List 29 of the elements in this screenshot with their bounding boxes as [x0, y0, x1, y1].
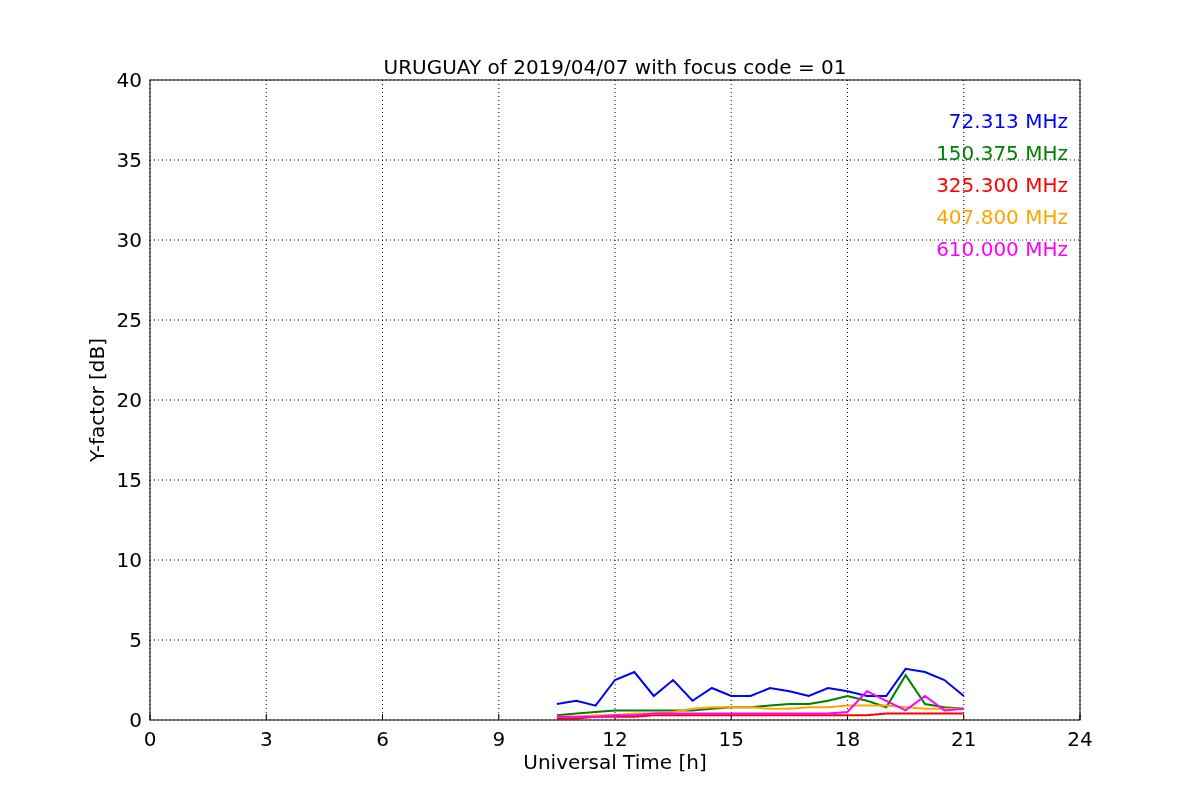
y-tick-label: 10	[116, 548, 142, 572]
y-tick-label: 25	[116, 308, 142, 332]
tick-mark	[963, 713, 965, 721]
y-axis-label: Y-factor [dB]	[85, 338, 109, 462]
x-tick-label: 0	[143, 727, 157, 751]
x-tick-label: 3	[259, 727, 273, 751]
y-tick-label: 20	[116, 388, 142, 412]
y-tick-label: 40	[116, 68, 142, 92]
tick-mark	[847, 713, 848, 721]
x-axis-label: Universal Time [h]	[523, 750, 707, 774]
y-tick-label: 35	[116, 148, 142, 172]
legend-label: 325.300 MHz	[936, 173, 1068, 197]
x-tick-label: 15	[718, 727, 744, 751]
x-tick-label: 9	[492, 727, 506, 751]
x-tick-label: 12	[602, 727, 628, 751]
legend-label: 150.375 MHz	[936, 141, 1068, 165]
legend-label: 610.000 MHz	[936, 237, 1068, 261]
legend-label: 72.313 MHz	[948, 109, 1068, 133]
x-tick-label: 24	[1067, 727, 1093, 751]
chart-title: URUGUAY of 2019/04/07 with focus code = 01	[383, 55, 847, 79]
y-tick-label: 30	[116, 228, 142, 252]
x-tick-label: 18	[834, 727, 861, 751]
tick-mark	[730, 713, 732, 721]
y-tick-label: 5	[129, 628, 142, 652]
legend-label: 407.800 MHz	[936, 205, 1068, 229]
y-tick-label: 0	[129, 708, 142, 732]
x-tick-label: 6	[376, 727, 389, 751]
x-tick-label: 21	[951, 727, 977, 751]
y-tick-label: 15	[116, 468, 142, 492]
